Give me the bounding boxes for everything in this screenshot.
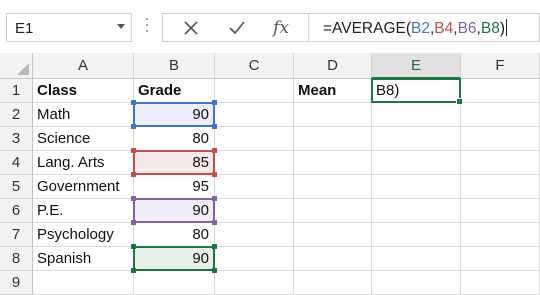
text-cursor bbox=[506, 19, 507, 36]
drag-handle-icon[interactable] bbox=[146, 18, 149, 38]
enter-button[interactable] bbox=[217, 14, 257, 41]
formula-ref-b4: B4 bbox=[434, 20, 454, 37]
row-header-9[interactable]: 9 bbox=[0, 271, 33, 295]
formula-ref-b2: B2 bbox=[411, 20, 430, 37]
column-header-a[interactable]: A bbox=[33, 53, 134, 79]
checkmark-icon bbox=[229, 20, 245, 34]
chevron-down-icon[interactable] bbox=[117, 24, 125, 29]
formula-buttons: fx bbox=[162, 13, 308, 42]
cell-b5[interactable]: 95 bbox=[134, 175, 215, 199]
column-header-c[interactable]: C bbox=[215, 53, 294, 79]
gridline bbox=[460, 79, 461, 295]
insert-function-button[interactable]: fx bbox=[261, 14, 301, 41]
gridline bbox=[371, 79, 372, 295]
cell-b4[interactable]: 85 bbox=[134, 151, 215, 175]
column-header-e[interactable]: E bbox=[372, 53, 461, 79]
fill-handle[interactable] bbox=[456, 98, 463, 105]
formula-bar: E1 fx =AVERAGE(B2,B4,B6,B8) bbox=[0, 0, 540, 53]
cell-a3[interactable]: Science bbox=[33, 127, 134, 151]
row-header-1[interactable]: 1 bbox=[0, 79, 33, 103]
name-box-value: E1 bbox=[15, 20, 34, 37]
cell-a6[interactable]: P.E. bbox=[33, 199, 134, 223]
name-box[interactable]: E1 bbox=[6, 13, 132, 42]
cell-b2[interactable]: 90 bbox=[134, 103, 215, 127]
row-header-3[interactable]: 3 bbox=[0, 127, 33, 151]
formula-text: =AVERAGE(B2,B4,B6,B8) bbox=[323, 19, 507, 38]
cell-a4[interactable]: Lang. Arts bbox=[33, 151, 134, 175]
row-header-6[interactable]: 6 bbox=[0, 199, 33, 223]
formula-ref-b6: B6 bbox=[457, 20, 477, 37]
select-all-button[interactable] bbox=[0, 53, 33, 79]
function-icon: fx bbox=[273, 17, 289, 38]
cell-a1[interactable]: Class bbox=[33, 79, 134, 103]
cell-a7[interactable]: Psychology bbox=[33, 223, 134, 247]
cancel-button[interactable] bbox=[171, 14, 211, 41]
column-header-f[interactable]: F bbox=[461, 53, 540, 79]
cell-a5[interactable]: Government bbox=[33, 175, 134, 199]
column-header-b[interactable]: B bbox=[134, 53, 215, 79]
row-header-4[interactable]: 4 bbox=[0, 151, 33, 175]
row-header-2[interactable]: 2 bbox=[0, 103, 33, 127]
cell-a2[interactable]: Math bbox=[33, 103, 134, 127]
cell-d1[interactable]: Mean bbox=[294, 79, 372, 103]
row-header-7[interactable]: 7 bbox=[0, 223, 33, 247]
row-header-5[interactable]: 5 bbox=[0, 175, 33, 199]
cell-b1[interactable]: Grade bbox=[134, 79, 215, 103]
row-header-8[interactable]: 8 bbox=[0, 247, 33, 271]
formula-prefix: =AVERAGE( bbox=[323, 20, 412, 37]
cell-b8[interactable]: 90 bbox=[134, 247, 215, 271]
spreadsheet-grid[interactable]: A B C D E F 1 2 3 4 5 6 7 8 9 Class Grade Mean B8) Math 90 Sc… bbox=[0, 53, 540, 295]
formula-ref-b8: B8 bbox=[480, 20, 500, 37]
cell-a8[interactable]: Spanish bbox=[33, 247, 134, 271]
formula-punct: ) bbox=[499, 20, 505, 37]
column-header-d[interactable]: D bbox=[294, 53, 372, 79]
active-cell-e1[interactable] bbox=[371, 78, 463, 105]
cell-b3[interactable]: 80 bbox=[134, 127, 215, 151]
cell-b7[interactable]: 80 bbox=[134, 223, 215, 247]
cell-b6[interactable]: 90 bbox=[134, 199, 215, 223]
formula-input[interactable]: =AVERAGE(B2,B4,B6,B8) bbox=[308, 13, 540, 42]
close-icon bbox=[184, 20, 198, 35]
gridline bbox=[293, 79, 294, 295]
